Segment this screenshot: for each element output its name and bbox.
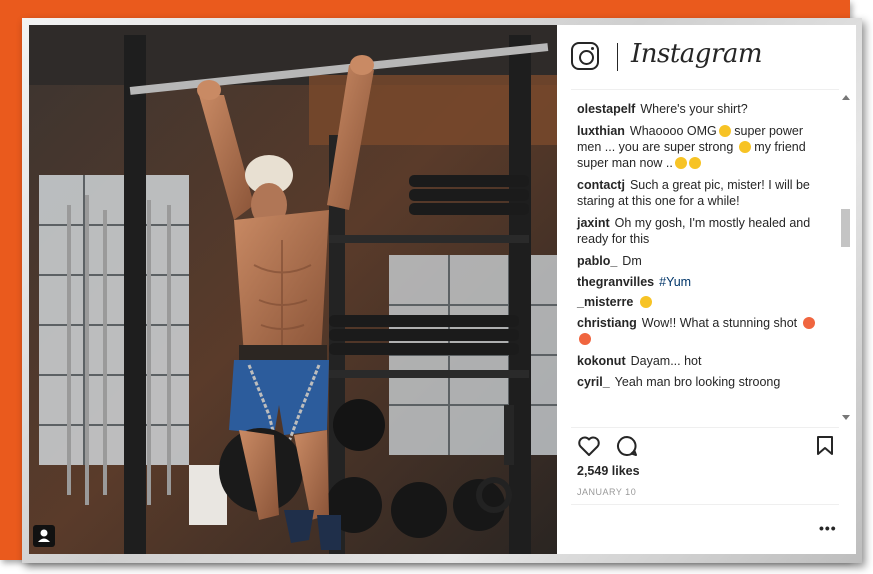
astonished-emoji-icon [674,157,687,169]
post-photo[interactable] [29,25,557,554]
comment-text: Oh my gosh, I'm mostly healed and ready … [577,216,811,246]
bookmark-icon[interactable] [815,435,835,457]
comments-scrollbar[interactable] [840,91,851,424]
comment-username[interactable]: luxthian [577,124,625,138]
comment-username[interactable]: olestapelf [577,102,635,116]
gym-photo-illustration [29,25,557,554]
instagram-camera-icon[interactable] [571,42,599,70]
comment-item: contactj Such a great pic, mister! I will… [577,177,822,209]
scream-emoji-icon [718,125,731,137]
comment-item: pablo_ Dm [577,253,822,269]
comment-item: _misterre [577,294,822,310]
instagram-post-card: Instagram olestapelf Where's your shirt? … [29,25,856,554]
heart-icon[interactable] [577,435,601,457]
comment-bubble-icon[interactable] [615,435,639,457]
comment-username[interactable]: pablo_ [577,254,617,268]
comment-username[interactable]: thegranvilles [577,275,654,289]
comment-username[interactable]: kokonut [577,354,626,368]
comment-item: luxthian Whaoooo OMG super power men ... … [577,123,822,171]
post-side-panel: Instagram olestapelf Where's your shirt? … [557,25,856,554]
scroll-thumb[interactable] [841,209,850,247]
bottom-divider [571,504,839,505]
comment-text: Dm [622,254,642,268]
comment-item: olestapelf Where's your shirt? [577,101,822,117]
flexed-biceps-emoji-icon [738,141,751,153]
comment-text: Whaoooo OMG [629,124,717,138]
comment-username[interactable]: christiang [577,316,637,330]
hashtag-link[interactable]: #Yum [659,275,691,289]
instagram-header: Instagram [557,25,856,91]
heart-eyes-emoji-icon [802,317,815,329]
comment-item: kokonut Dayam... hot [577,353,822,369]
scroll-down-arrow-icon[interactable] [842,415,850,420]
comment-text: Dayam... hot [630,354,702,368]
header-divider [571,89,839,90]
likes-count[interactable]: 2,549 likes [577,464,640,478]
comments-list[interactable]: olestapelf Where's your shirt? luxthian Wh… [557,95,837,425]
comment-item: christiang Wow!! What a stunning shot [577,315,822,347]
comment-username[interactable]: contactj [577,178,625,192]
post-date: JANUARY 10 [577,487,637,497]
scroll-up-arrow-icon[interactable] [842,95,850,100]
comment-item: cyril_ Yeah man bro looking stroong [577,374,822,390]
more-options-icon[interactable]: ••• [819,520,837,536]
comment-item: thegranvilles #Yum [577,274,822,290]
star-struck-emoji-icon [688,157,701,169]
comment-item: jaxint Oh my gosh, I'm mostly healed and … [577,215,822,247]
comment-text: Where's your shirt? [640,102,748,116]
comment-text: Wow!! What a stunning shot [641,316,798,330]
comment-username[interactable]: _misterre [577,295,633,309]
comment-username[interactable]: cyril_ [577,375,610,389]
logo-divider [617,43,618,71]
user-tag-icon[interactable] [33,525,55,547]
instagram-wordmark[interactable]: Instagram [631,39,763,69]
comment-text: Yeah man bro looking stroong [614,375,781,389]
smiling-emoji-icon [640,296,653,308]
heart-eyes-emoji-icon [579,333,591,345]
actions-divider [571,427,839,428]
comment-username[interactable]: jaxint [577,216,610,230]
